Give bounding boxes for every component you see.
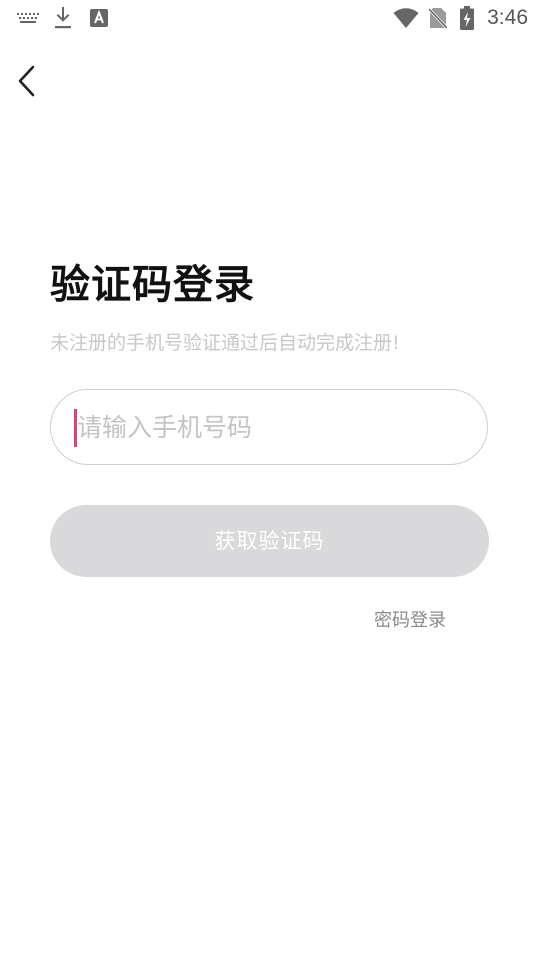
phone-number-input[interactable]: 请输入手机号码	[50, 389, 488, 465]
wifi-icon	[392, 0, 420, 36]
status-bar: 3:46	[0, 0, 540, 36]
password-login-link[interactable]: 密码登录	[374, 606, 446, 632]
page-title: 验证码登录	[50, 262, 255, 308]
download-icon	[52, 0, 74, 36]
back-button[interactable]	[6, 62, 46, 104]
get-verification-code-button[interactable]: 获取验证码	[50, 505, 489, 577]
page-subtitle: 未注册的手机号验证通过后自动完成注册!	[50, 332, 400, 354]
text-a-icon	[89, 0, 109, 36]
chevron-left-icon	[15, 64, 37, 102]
status-time: 3:46	[487, 6, 528, 29]
battery-charging-icon	[457, 0, 477, 36]
no-sim-icon	[427, 0, 449, 36]
phone-input-placeholder: 请输入手机号码	[77, 413, 253, 442]
keyboard-icon	[16, 0, 40, 36]
